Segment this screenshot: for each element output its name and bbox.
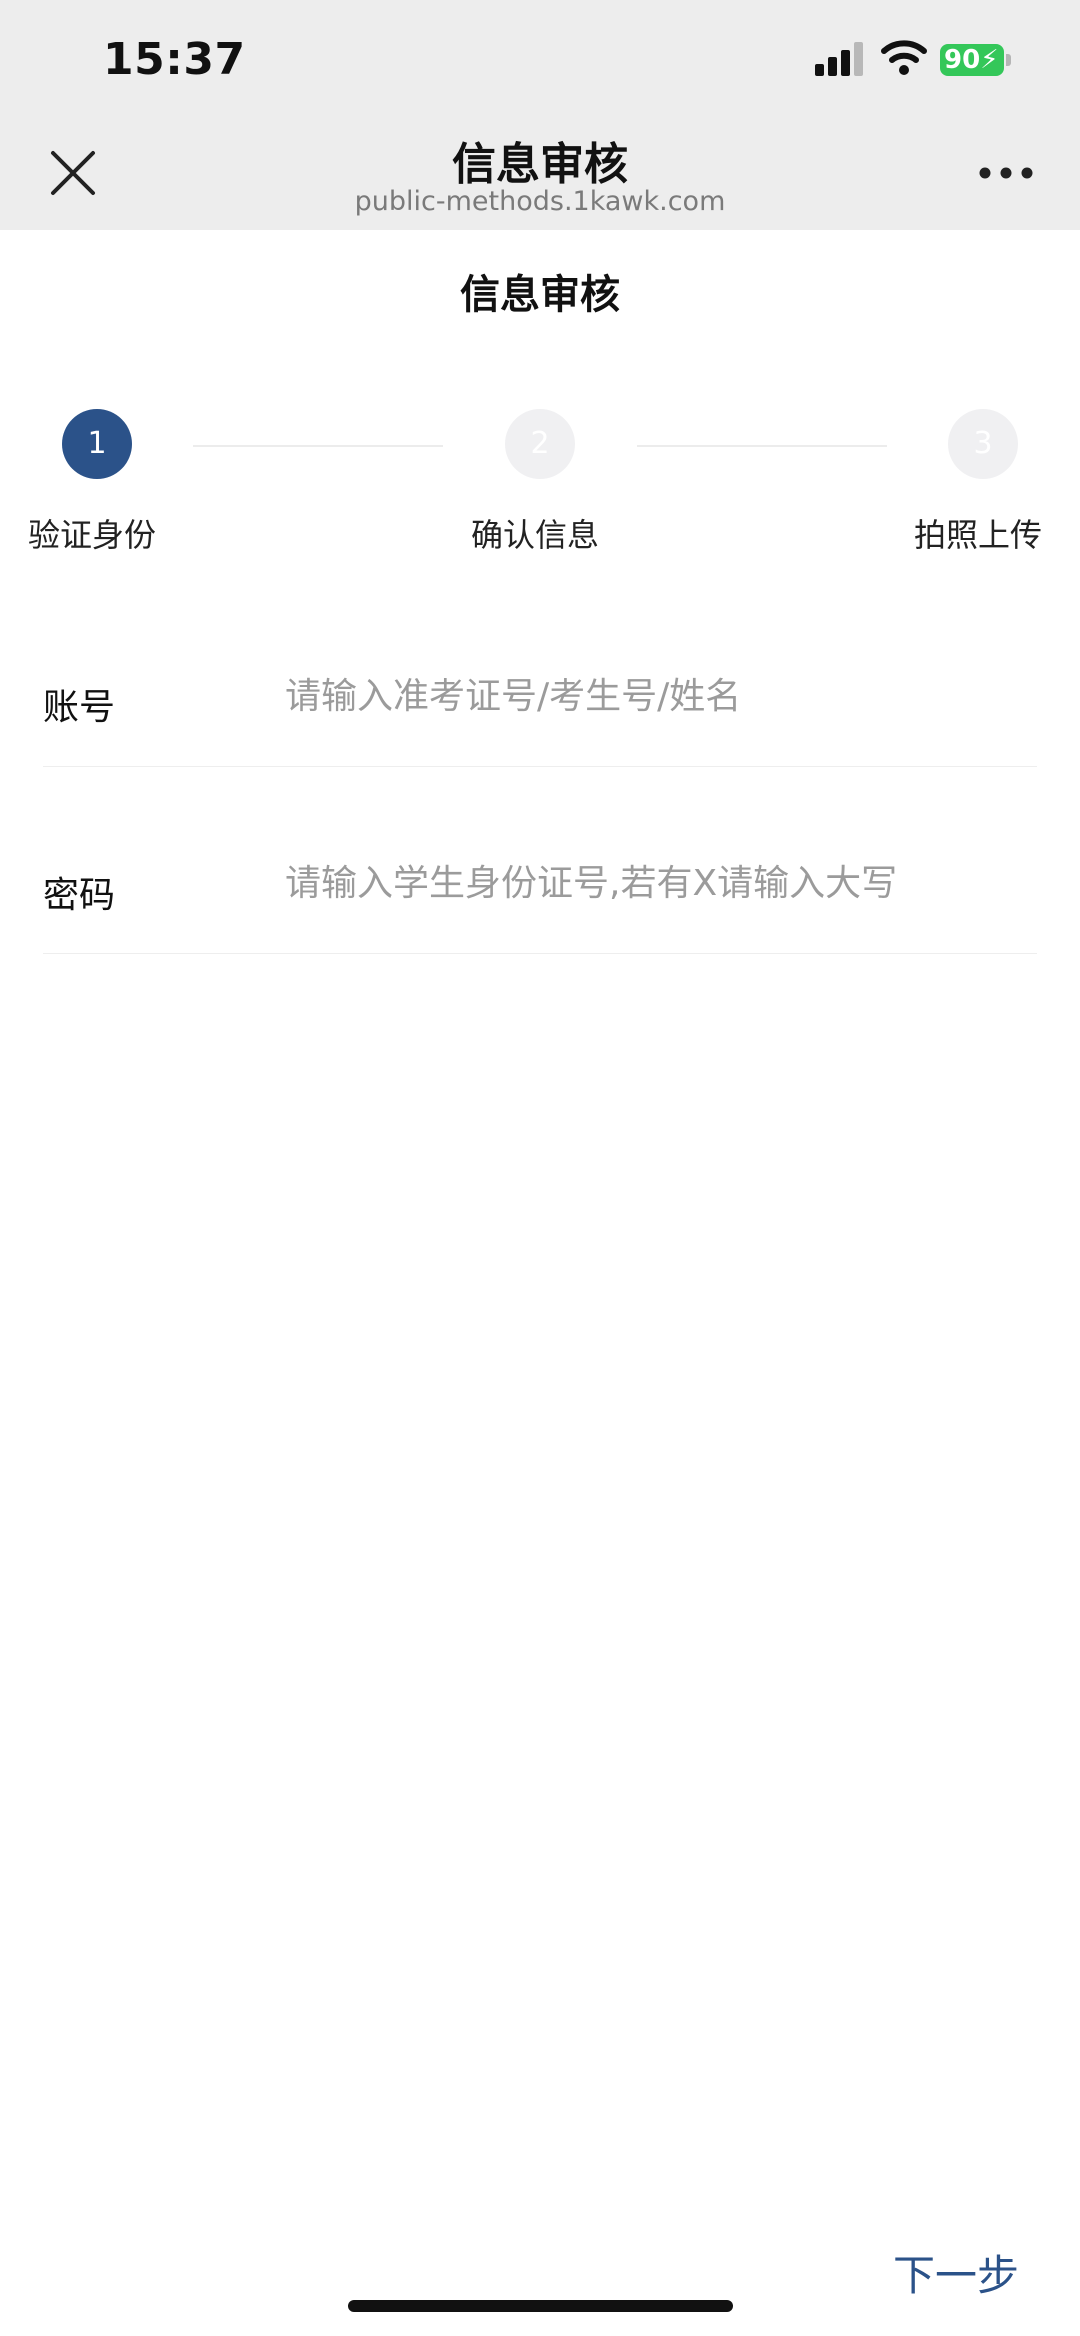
next-step-button[interactable]: 下一步 bbox=[893, 2242, 1019, 2303]
battery-charging-icon: 90⚡ bbox=[940, 44, 1011, 76]
browser-header: 15:37 90⚡ 信息审核 public-methods.1kawk.com bbox=[0, 0, 1080, 230]
home-indicator bbox=[348, 2300, 733, 2312]
status-time: 15:37 bbox=[103, 34, 246, 85]
account-input[interactable] bbox=[285, 666, 1035, 726]
password-label: 密码 bbox=[43, 875, 116, 916]
battery-level: 90 bbox=[944, 45, 981, 75]
wifi-icon bbox=[881, 40, 927, 75]
more-icon[interactable] bbox=[978, 160, 1034, 186]
step-3-label: 拍照上传 bbox=[914, 516, 1043, 554]
account-divider bbox=[43, 766, 1037, 767]
password-divider bbox=[43, 953, 1037, 954]
page-title: 信息审核 bbox=[460, 272, 620, 318]
page: 15:37 90⚡ 信息审核 public-methods.1kawk.com bbox=[0, 0, 1080, 2336]
step-connector bbox=[637, 445, 887, 447]
browser-url: public-methods.1kawk.com bbox=[354, 186, 726, 217]
password-input[interactable] bbox=[285, 853, 1035, 913]
account-label: 账号 bbox=[43, 687, 116, 728]
browser-title: 信息审核 bbox=[452, 139, 628, 190]
step-2-indicator: 2 bbox=[505, 409, 575, 479]
step-3-indicator: 3 bbox=[948, 409, 1018, 479]
step-connector bbox=[193, 445, 443, 447]
signal-icon bbox=[815, 42, 863, 76]
step-1-indicator: 1 bbox=[62, 409, 132, 479]
step-1-label: 验证身份 bbox=[28, 516, 157, 554]
step-2-label: 确认信息 bbox=[471, 516, 600, 554]
